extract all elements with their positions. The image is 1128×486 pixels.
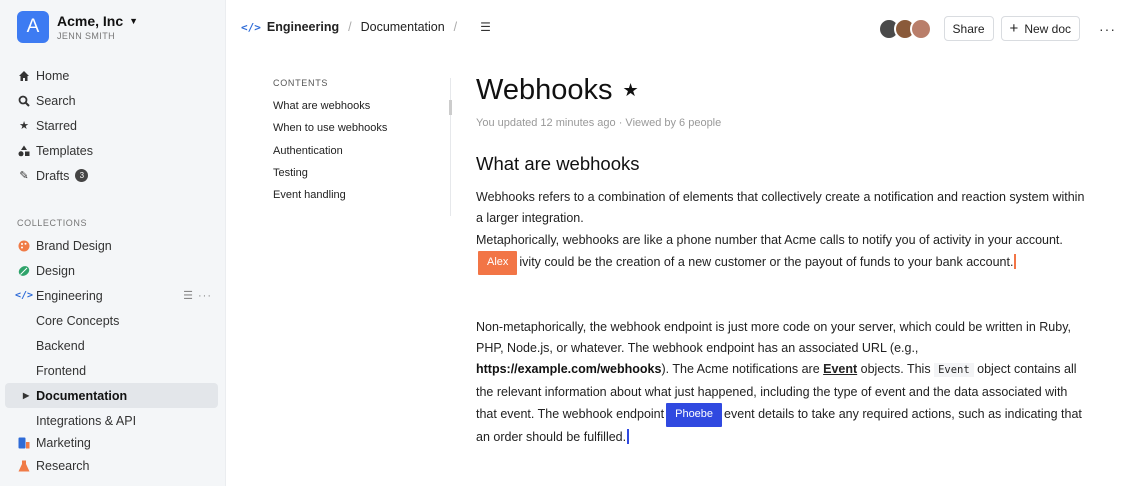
collections-nav: Brand Design Design </> Engineering ☰ ··… bbox=[0, 233, 226, 478]
cursor-phoebe bbox=[627, 428, 630, 444]
flask-icon bbox=[17, 459, 31, 473]
marketing-icon bbox=[17, 436, 31, 450]
star-icon[interactable]: ★ bbox=[623, 80, 639, 101]
plus-icon: + bbox=[1009, 20, 1019, 37]
nav-templates[interactable]: Templates bbox=[0, 138, 226, 163]
breadcrumb-separator: / bbox=[453, 20, 458, 34]
home-icon bbox=[17, 69, 31, 83]
header-actions: Share + New doc ··· bbox=[877, 16, 1116, 41]
main-nav: Home Search ★ Starred Templates ✎ Drafts… bbox=[0, 63, 226, 188]
collection-research[interactable]: Research bbox=[0, 453, 226, 478]
toc-item[interactable]: Authentication bbox=[273, 145, 450, 167]
shapes-icon bbox=[17, 144, 31, 158]
breadcrumb-document[interactable]: Documentation bbox=[361, 20, 445, 34]
palette-icon bbox=[17, 239, 31, 253]
document-meta: You updated 12 minutes ago · Viewed by 6… bbox=[476, 117, 722, 129]
doc-backend[interactable]: Backend bbox=[0, 333, 226, 358]
breadcrumb-collection[interactable]: Engineering bbox=[267, 20, 339, 34]
pencil-icon: ✎ bbox=[19, 170, 29, 182]
doc-integrations-api[interactable]: Integrations & API bbox=[0, 408, 226, 433]
collection-marketing[interactable]: Marketing bbox=[0, 433, 226, 453]
breadcrumb: </> Engineering / Documentation / ☰ bbox=[241, 20, 491, 34]
nav-drafts[interactable]: ✎ Drafts 3 bbox=[0, 163, 226, 188]
breadcrumb-separator: / bbox=[348, 20, 352, 34]
nav-home[interactable]: Home bbox=[0, 63, 226, 88]
document[interactable]: Webhooks ★ You updated 12 minutes ago · … bbox=[476, 74, 1086, 448]
collaborators[interactable] bbox=[877, 17, 932, 40]
sidebar: A Acme, Inc ▼ JENN SMITH Home Search ★ S… bbox=[0, 0, 226, 486]
share-button[interactable]: Share bbox=[943, 16, 994, 41]
toc-item[interactable]: Testing bbox=[273, 167, 450, 189]
team-name: Acme, Inc bbox=[57, 13, 124, 29]
more-horizontal-icon[interactable]: ··· bbox=[1099, 21, 1116, 37]
code-icon: </> bbox=[241, 20, 261, 34]
sort-icon[interactable]: ☰ bbox=[183, 290, 194, 302]
cursor-label-phoebe: Phoebe bbox=[666, 403, 723, 427]
doc-frontend[interactable]: Frontend bbox=[0, 358, 226, 383]
leaf-icon bbox=[17, 264, 31, 278]
toc-active-marker bbox=[449, 100, 452, 115]
collections-heading: COLLECTIONS bbox=[17, 218, 88, 228]
collection-actions[interactable]: ☰ ··· bbox=[183, 289, 212, 302]
table-of-contents-icon[interactable]: ☰ bbox=[480, 20, 491, 34]
team-logo: A bbox=[17, 11, 49, 43]
doc-documentation[interactable]: ▶ Documentation bbox=[5, 383, 218, 408]
nav-search[interactable]: Search bbox=[0, 88, 226, 113]
star-icon: ★ bbox=[19, 120, 29, 132]
section-heading[interactable]: What are webhooks bbox=[476, 153, 1086, 175]
caret-down-icon: ▼ bbox=[129, 16, 139, 26]
link-url[interactable]: https://example.com/webhooks bbox=[476, 362, 661, 376]
table-of-contents: CONTENTS What are webhooks When to use w… bbox=[273, 78, 452, 216]
expand-triangle-icon[interactable]: ▶ bbox=[23, 391, 29, 400]
more-horizontal-icon[interactable]: ··· bbox=[198, 290, 212, 302]
toc-heading: CONTENTS bbox=[273, 78, 329, 88]
toc-item[interactable]: What are webhooks bbox=[273, 100, 450, 122]
doc-core-concepts[interactable]: Core Concepts bbox=[0, 308, 226, 333]
toc-item[interactable]: Event handling bbox=[273, 189, 450, 211]
drafts-count-badge: 3 bbox=[75, 169, 89, 182]
collection-engineering[interactable]: </> Engineering ☰ ··· bbox=[0, 283, 226, 308]
cursor-alex bbox=[1014, 254, 1017, 270]
search-icon bbox=[17, 94, 31, 108]
document-title[interactable]: Webhooks bbox=[476, 74, 613, 107]
event-link[interactable]: Event bbox=[823, 362, 857, 376]
paragraph[interactable]: Non-metaphorically, the webhook endpoint… bbox=[476, 317, 1086, 448]
inline-code: Event bbox=[934, 363, 974, 378]
user-name: JENN SMITH bbox=[57, 31, 115, 41]
collection-design[interactable]: Design bbox=[0, 258, 226, 283]
team-switcher[interactable]: A Acme, Inc ▼ JENN SMITH bbox=[17, 11, 138, 43]
avatar[interactable] bbox=[909, 17, 932, 40]
collection-brand-design[interactable]: Brand Design bbox=[0, 233, 226, 258]
cursor-label-alex: Alex bbox=[478, 251, 518, 275]
new-doc-button[interactable]: + New doc bbox=[1000, 16, 1080, 41]
paragraph[interactable]: Webhooks refers to a combination of elem… bbox=[476, 187, 1086, 275]
code-icon: </> bbox=[14, 290, 34, 301]
nav-starred[interactable]: ★ Starred bbox=[0, 113, 226, 138]
toc-item[interactable]: When to use webhooks bbox=[273, 122, 450, 144]
